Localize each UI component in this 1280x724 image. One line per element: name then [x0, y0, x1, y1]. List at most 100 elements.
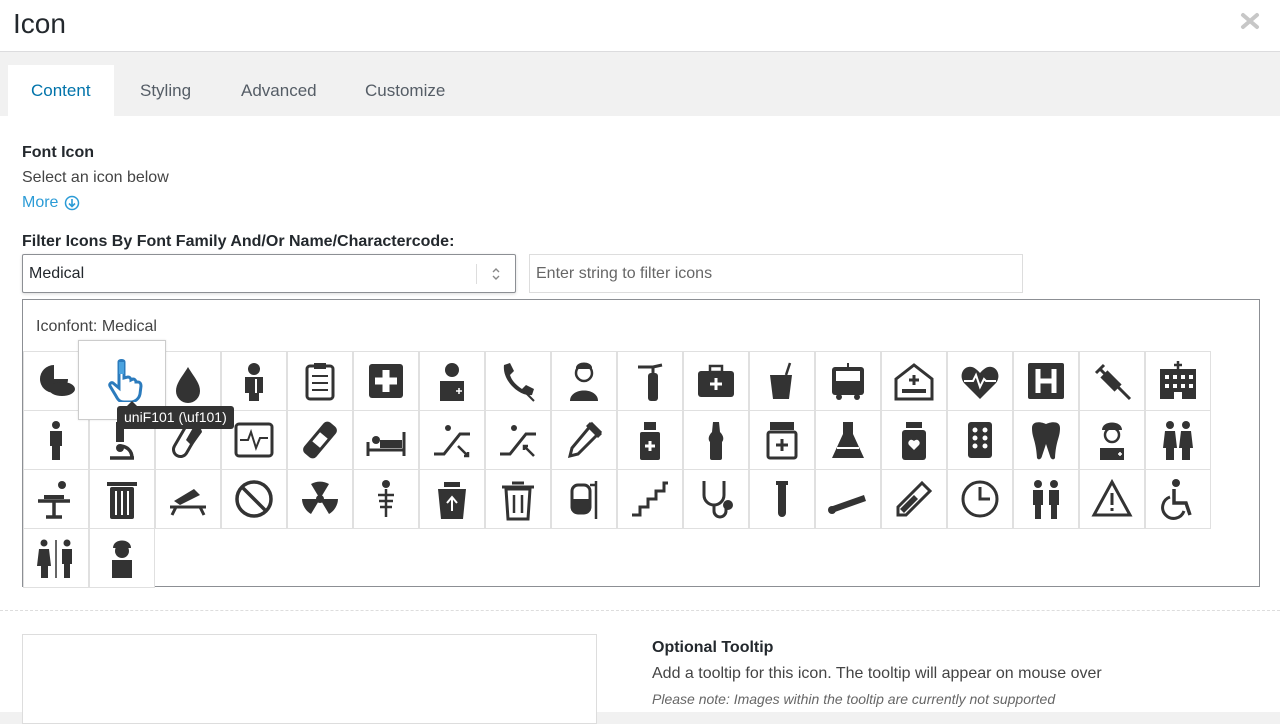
- icon-cell-test-tube[interactable]: [749, 469, 815, 529]
- surgeon-bust-icon: [112, 540, 132, 578]
- icon-cell-flask[interactable]: [815, 410, 881, 470]
- nurse-icon: [570, 362, 598, 401]
- icon-cell-thermometer-stick[interactable]: [815, 469, 881, 529]
- font-icon-label: Font Icon: [22, 144, 94, 161]
- icon-cell-first-aid[interactable]: [353, 351, 419, 411]
- icon-cell-pill-bottle[interactable]: [881, 410, 947, 470]
- icon-cell-recycle-bin[interactable]: [419, 469, 485, 529]
- icon-cell-family-restroom[interactable]: [23, 528, 89, 588]
- stairs-icon: [632, 481, 668, 517]
- icon-cell-syringe[interactable]: [1079, 351, 1145, 411]
- icon-cell-ambulance[interactable]: [815, 351, 881, 411]
- drop-icon: [176, 367, 200, 403]
- icon-cell-doctor[interactable]: [419, 351, 485, 411]
- icon-cell-escalator-up[interactable]: [419, 410, 485, 470]
- fire-extinguisher-icon: [638, 363, 663, 401]
- escalator-up-icon: [434, 425, 470, 458]
- optional-tooltip-label: Optional Tooltip: [652, 639, 774, 656]
- icon-cell-stairs[interactable]: [617, 469, 683, 529]
- tab-styling[interactable]: Styling: [117, 65, 214, 116]
- icon-cell-no-entry[interactable]: [221, 469, 287, 529]
- icon-hover-tooltip: uniF101 (\uf101): [117, 401, 234, 429]
- stretcher-icon: [170, 489, 206, 516]
- hospital-h-icon: [1028, 363, 1064, 399]
- icon-cell-stethoscope[interactable]: [683, 469, 749, 529]
- icon-cell-ampoule[interactable]: [683, 410, 749, 470]
- icon-cell-nurse[interactable]: [551, 351, 617, 411]
- tooltip-editor[interactable]: [22, 634, 597, 724]
- icon-cell-pipette[interactable]: [551, 410, 617, 470]
- icon-cell-cup[interactable]: [749, 351, 815, 411]
- icon-cell-medicine-bottle[interactable]: [617, 410, 683, 470]
- icon-cell-hospital-building[interactable]: [1145, 351, 1211, 411]
- modal-header: Icon: [0, 0, 1280, 52]
- icon-cell-thermometer[interactable]: [881, 469, 947, 529]
- icon-cell-surgeon[interactable]: [1079, 410, 1145, 470]
- tab-content[interactable]: Content: [8, 65, 114, 116]
- iv-bag-icon: [570, 481, 598, 519]
- more-link[interactable]: More: [22, 194, 80, 212]
- icon-cell-medical-kit[interactable]: [683, 351, 749, 411]
- icon-cell-iv-bag[interactable]: [551, 469, 617, 529]
- icon-cell-hospital-bed[interactable]: [881, 351, 947, 411]
- clock-icon: [961, 480, 999, 518]
- stethoscope-icon: [702, 481, 733, 519]
- warning-icon: [1091, 478, 1133, 517]
- tab-bar: Content Styling Advanced Customize: [0, 53, 1280, 116]
- icon-cell-bed[interactable]: [353, 410, 419, 470]
- icon-cell-fire-extinguisher[interactable]: [617, 351, 683, 411]
- radiation-icon: [302, 481, 338, 514]
- select-divider: [476, 264, 477, 284]
- hand-pointer-icon: [108, 359, 143, 402]
- icon-cell-men[interactable]: [1013, 469, 1079, 529]
- icon-cell-operation[interactable]: [23, 469, 89, 529]
- icon-cell-heart-rate[interactable]: [947, 351, 1013, 411]
- icon-cell-surgeon-bust[interactable]: [89, 528, 155, 588]
- font-family-select[interactable]: Medical: [22, 254, 516, 293]
- tooth-icon: [1032, 422, 1060, 460]
- icon-cell-bin[interactable]: [485, 469, 551, 529]
- icon-cell-escalator-down[interactable]: [485, 410, 551, 470]
- icon-cell-clock[interactable]: [947, 469, 1013, 529]
- icon-cell-warning[interactable]: [1079, 469, 1145, 529]
- icon-cell-patient[interactable]: [221, 351, 287, 411]
- family-restroom-icon: [37, 539, 72, 578]
- iconfont-title: Iconfont: Medical: [36, 318, 157, 335]
- cup-icon: [770, 362, 792, 399]
- clipboard-icon: [305, 363, 335, 401]
- icon-cell-phone[interactable]: [485, 351, 551, 411]
- tab-customize[interactable]: Customize: [342, 65, 468, 116]
- font-icon-description: Select an icon below: [22, 169, 169, 186]
- icon-cell-radiation[interactable]: [287, 469, 353, 529]
- icon-cell-wheelchair[interactable]: [1145, 469, 1211, 529]
- close-icon[interactable]: [1240, 10, 1260, 32]
- icon-cell-pill-pack[interactable]: [947, 410, 1013, 470]
- icon-cell-medicine-jar[interactable]: [749, 410, 815, 470]
- optional-tooltip-description: Add a tooltip for this icon. The tooltip…: [652, 665, 1102, 682]
- icon-filter-input[interactable]: [529, 254, 1023, 293]
- icon-cell-trash-can[interactable]: [89, 469, 155, 529]
- icon-cell-x-ray[interactable]: [353, 469, 419, 529]
- monitor-icon: [234, 422, 274, 458]
- pills-icon: [40, 365, 75, 396]
- surgeon-icon: [1100, 422, 1124, 460]
- ampoule-icon: [708, 422, 724, 460]
- hospital-bed-icon: [894, 363, 934, 401]
- tab-advanced[interactable]: Advanced: [218, 65, 340, 116]
- icon-cell-hospital-h[interactable]: [1013, 351, 1079, 411]
- icon-cell-bandage[interactable]: [287, 410, 353, 470]
- icon-cell-clipboard[interactable]: [287, 351, 353, 411]
- arrow-down-circle-icon: [65, 195, 80, 211]
- icon-cell-women[interactable]: [1145, 410, 1211, 470]
- escalator-down-icon: [500, 425, 536, 457]
- bin-icon: [502, 481, 534, 521]
- icon-picker: Iconfont: Medical: [22, 299, 1260, 588]
- tooltip-note: Please note: Images within the tooltip a…: [652, 691, 1056, 707]
- icon-cell-stretcher[interactable]: [155, 469, 221, 529]
- man-icon: [50, 421, 62, 460]
- x-ray-icon: [378, 480, 394, 517]
- filter-label: Filter Icons By Font Family And/Or Name/…: [22, 233, 455, 250]
- thermometer-icon: [896, 480, 933, 517]
- no-entry-icon: [235, 480, 273, 518]
- icon-cell-tooth[interactable]: [1013, 410, 1079, 470]
